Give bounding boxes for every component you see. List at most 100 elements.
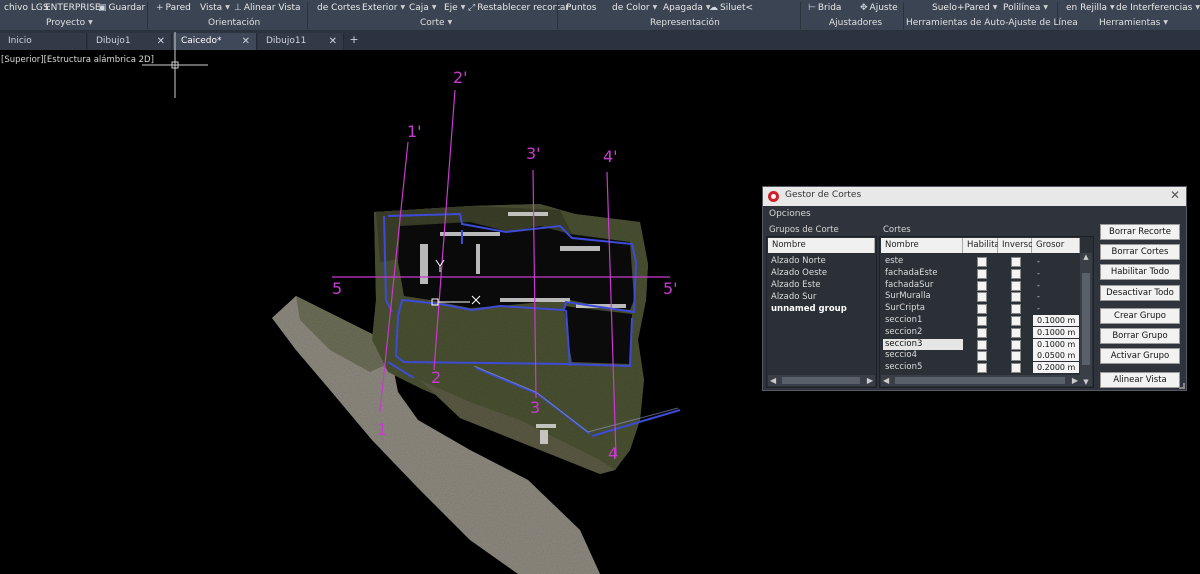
inverso-checkbox[interactable] (1011, 268, 1021, 279)
cut-name: este (885, 256, 904, 266)
cuts-table[interactable]: Nombre Habilitar Inverso Grosor este - fac… (879, 236, 1094, 388)
cut-row[interactable]: SurCripta - (881, 303, 1081, 315)
section-label-1-prime: 1' (407, 122, 422, 141)
scroll-thumb[interactable] (782, 377, 860, 384)
grosor-field[interactable]: 0.2000 m (1033, 362, 1079, 374)
cut-name: SurCripta (885, 303, 926, 314)
scroll-thumb[interactable] (1082, 273, 1090, 365)
grosor-field[interactable]: - (1033, 291, 1079, 302)
section-label-5-prime: 5' (663, 279, 678, 298)
habilitar-checkbox[interactable] (977, 327, 987, 338)
cut-name: seccion5 (885, 362, 923, 373)
section-label-2: 2 (431, 368, 442, 387)
crosshair-cursor (142, 32, 208, 98)
cut-name: fachadaEste (885, 267, 938, 278)
inverso-checkbox[interactable] (1011, 257, 1021, 267)
app-logo-icon (768, 191, 779, 202)
habilitar-checkbox[interactable] (977, 351, 987, 362)
cut-row[interactable]: fachadaSur - (881, 280, 1081, 292)
habilitar-checkbox[interactable] (977, 363, 987, 374)
group-item[interactable]: Alzado Oeste (771, 268, 827, 278)
group-item[interactable]: Alzado Norte (771, 256, 826, 266)
grosor-field[interactable]: 0.1000 m (1033, 338, 1079, 350)
inverso-checkbox[interactable] (1011, 363, 1021, 374)
close-icon[interactable]: ✕ (1170, 188, 1180, 202)
group-item[interactable]: Alzado Sur (771, 292, 816, 302)
inverso-checkbox[interactable] (1011, 327, 1021, 338)
cuts-column-habilitar[interactable]: Habilitar (963, 238, 1003, 253)
cut-name: seccion1 (885, 315, 923, 325)
groups-column-nombre[interactable]: Nombre (768, 238, 875, 253)
group-item[interactable]: unnamed group (771, 304, 847, 314)
habilitar-checkbox[interactable] (977, 292, 987, 303)
cut-row[interactable]: seccion5 0.2000 m (881, 362, 1081, 374)
scroll-up-icon[interactable]: ▲ (1080, 253, 1092, 261)
inverso-checkbox[interactable] (1011, 316, 1021, 326)
grosor-field[interactable]: - (1033, 256, 1079, 267)
section-label-2-prime: 2' (453, 68, 468, 87)
cut-row[interactable]: seccion1 0.1000 m (881, 315, 1081, 327)
habilitar-checkbox[interactable] (977, 257, 987, 267)
gestor-de-cortes-dialog: Gestor de Cortes ✕ Opciones Grupos de Co… (762, 186, 1187, 391)
cut-name: seccio4 (885, 350, 917, 361)
cuts-horizontal-scrollbar[interactable]: ◀ ▶ (881, 375, 1080, 386)
grosor-field[interactable]: 0.0500 m (1033, 350, 1079, 362)
borrar-cortes-button[interactable]: Borrar Cortes (1100, 244, 1180, 260)
groups-list[interactable]: Nombre Alzado Norte Alzado Oeste Alzado … (766, 236, 877, 388)
cut-name: seccion2 (885, 326, 923, 337)
inverso-checkbox[interactable] (1011, 304, 1021, 315)
cut-row[interactable]: fachadaEste - (881, 268, 1081, 280)
habilitar-todo-button[interactable]: Habilitar Todo (1100, 264, 1180, 280)
menu-opciones[interactable]: Opciones (769, 209, 811, 219)
crear-grupo-button[interactable]: Crear Grupo (1100, 308, 1180, 324)
inverso-checkbox[interactable] (1011, 351, 1021, 362)
grosor-field[interactable]: - (1033, 280, 1079, 291)
inverso-checkbox[interactable] (1011, 339, 1021, 350)
cut-name: seccion3 (883, 338, 963, 350)
habilitar-checkbox[interactable] (977, 339, 987, 350)
cut-row[interactable]: SurMuralla - (881, 291, 1081, 303)
groups-title: Grupos de Corte (769, 225, 839, 235)
activar-grupo-button[interactable]: Activar Grupo (1100, 348, 1180, 364)
grosor-field[interactable]: 0.1000 m (1033, 326, 1079, 338)
cut-row[interactable]: seccion3 0.1000 m (881, 338, 1081, 351)
cut-name: fachadaSur (885, 279, 934, 290)
cut-name: SurMuralla (885, 291, 931, 302)
habilitar-checkbox[interactable] (977, 280, 987, 291)
section-label-5: 5 (332, 279, 343, 298)
borrar-recorte-button[interactable]: Borrar Recorte (1100, 224, 1180, 240)
groups-horizontal-scrollbar[interactable]: ◀ ▶ (768, 375, 875, 386)
dialog-titlebar[interactable]: Gestor de Cortes ✕ (763, 187, 1186, 206)
grosor-field[interactable]: 0.1000 m (1033, 315, 1079, 326)
cuts-vertical-scrollbar[interactable]: ▲ ▼ (1080, 253, 1092, 386)
cuts-column-inverso[interactable]: Inverso (998, 238, 1033, 253)
resize-grip-icon[interactable] (1179, 383, 1185, 389)
group-item[interactable]: Alzado Este (771, 280, 821, 290)
inverso-checkbox[interactable] (1011, 280, 1021, 291)
scroll-left-icon[interactable]: ◀ (770, 375, 776, 386)
section-label-3-prime: 3' (526, 144, 541, 163)
scroll-thumb[interactable] (895, 377, 1065, 384)
cuts-column-nombre[interactable]: Nombre (881, 238, 963, 253)
grosor-field[interactable]: - (1033, 268, 1079, 279)
habilitar-checkbox[interactable] (977, 268, 987, 279)
habilitar-checkbox[interactable] (977, 316, 987, 326)
cut-row[interactable]: seccio4 0.0500 m (881, 350, 1081, 362)
section-label-1: 1 (377, 420, 388, 439)
cuts-column-grosor[interactable]: Grosor (1032, 238, 1080, 253)
habilitar-checkbox[interactable] (977, 304, 987, 315)
section-label-4: 4 (608, 444, 619, 463)
scroll-right-icon[interactable]: ▶ (867, 375, 873, 386)
grosor-field[interactable]: - (1033, 303, 1079, 314)
scroll-down-icon[interactable]: ▼ (1080, 378, 1092, 386)
cut-row[interactable]: este - (881, 256, 1081, 268)
desactivar-todo-button[interactable]: Desactivar Todo (1100, 285, 1180, 301)
inverso-checkbox[interactable] (1011, 292, 1021, 303)
scroll-left-icon[interactable]: ◀ (883, 375, 889, 386)
alinear-vista-dialog-button[interactable]: Alinear Vista (1100, 372, 1180, 388)
cut-row[interactable]: seccion2 0.1000 m (881, 326, 1081, 339)
borrar-grupo-button[interactable]: Borrar Grupo (1100, 328, 1180, 344)
cuts-title: Cortes (883, 225, 911, 235)
scroll-right-icon[interactable]: ▶ (1072, 375, 1078, 386)
section-label-4-prime: 4' (603, 147, 618, 166)
